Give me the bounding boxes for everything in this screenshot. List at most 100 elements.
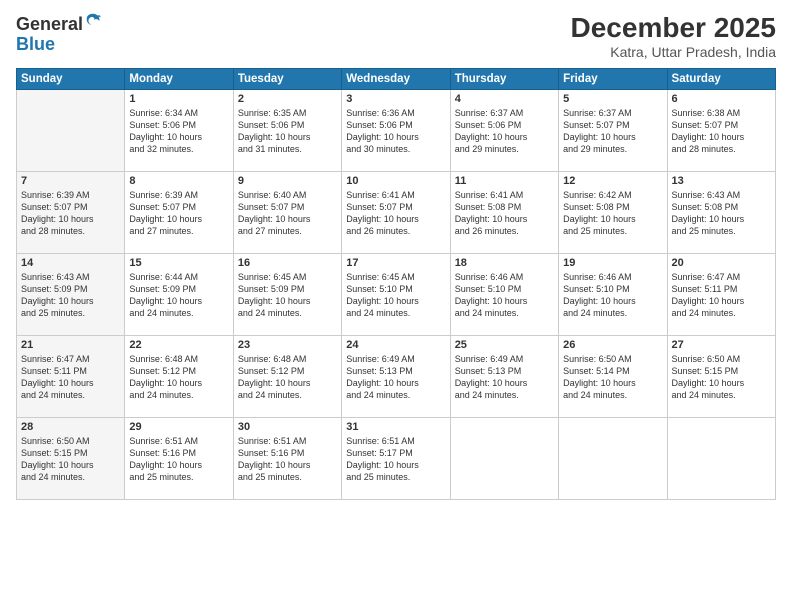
calendar-cell: 31 Sunrise: 6:51 AM Sunset: 5:17 PM Dayli…: [342, 418, 450, 500]
day-info: Sunrise: 6:43 AM Sunset: 5:09 PM Dayligh…: [21, 271, 120, 320]
calendar-cell: 8Sunrise: 6:39 AM Sunset: 5:07 PM Daylig…: [125, 172, 233, 254]
day-number: 20: [672, 257, 771, 269]
calendar-cell: 10 Sunrise: 6:41 AM Sunset: 5:07 PM Dayli…: [342, 172, 450, 254]
calendar-cell: 28 Sunrise: 6:50 AM Sunset: 5:15 PM Dayli…: [17, 418, 125, 500]
day-number: 25: [455, 339, 554, 351]
day-info: Sunrise: 6:41 AM Sunset: 5:07 PM Dayligh…: [346, 189, 445, 238]
calendar-cell: 7Sunrise: 6:39 AM Sunset: 5:07 PM Daylig…: [17, 172, 125, 254]
day-info: Sunrise: 6:40 AM Sunset: 5:07 PM Dayligh…: [238, 189, 337, 238]
week-row-0: 1 Sunrise: 6:34 AM Sunset: 5:06 PM Daylig…: [17, 90, 776, 172]
calendar-cell: 25 Sunrise: 6:49 AM Sunset: 5:13 PM Dayli…: [450, 336, 558, 418]
day-info: Sunrise: 6:46 AM Sunset: 5:10 PM Dayligh…: [455, 271, 554, 320]
day-number: 13: [672, 175, 771, 187]
calendar-cell: 6Sunrise: 6:38 AM Sunset: 5:07 PM Daylig…: [667, 90, 775, 172]
day-info: Sunrise: 6:39 AM Sunset: 5:07 PM Dayligh…: [129, 189, 228, 238]
day-info: Sunrise: 6:36 AM Sunset: 5:06 PM Dayligh…: [346, 107, 445, 156]
logo-bird-icon: [84, 12, 102, 30]
day-number: 1: [129, 93, 228, 105]
week-row-2: 14 Sunrise: 6:43 AM Sunset: 5:09 PM Dayli…: [17, 254, 776, 336]
calendar-cell: [450, 418, 558, 500]
calendar-cell: 1 Sunrise: 6:34 AM Sunset: 5:06 PM Daylig…: [125, 90, 233, 172]
day-info: Sunrise: 6:41 AM Sunset: 5:08 PM Dayligh…: [455, 189, 554, 238]
header-sunday: Sunday: [17, 69, 125, 90]
calendar-cell: 4 Sunrise: 6:37 AM Sunset: 5:06 PM Daylig…: [450, 90, 558, 172]
day-info: Sunrise: 6:49 AM Sunset: 5:13 PM Dayligh…: [455, 353, 554, 402]
day-info: Sunrise: 6:49 AM Sunset: 5:13 PM Dayligh…: [346, 353, 445, 402]
day-number: 7: [21, 175, 120, 187]
week-row-3: 21 Sunrise: 6:47 AM Sunset: 5:11 PM Dayli…: [17, 336, 776, 418]
day-info: Sunrise: 6:50 AM Sunset: 5:15 PM Dayligh…: [21, 435, 120, 484]
day-number: 30: [238, 421, 337, 433]
day-number: 26: [563, 339, 662, 351]
day-number: 19: [563, 257, 662, 269]
day-info: Sunrise: 6:47 AM Sunset: 5:11 PM Dayligh…: [672, 271, 771, 320]
day-info: Sunrise: 6:44 AM Sunset: 5:09 PM Dayligh…: [129, 271, 228, 320]
logo-blue-text: Blue: [16, 34, 55, 54]
calendar-cell: 13 Sunrise: 6:43 AM Sunset: 5:08 PM Dayli…: [667, 172, 775, 254]
day-info: Sunrise: 6:50 AM Sunset: 5:14 PM Dayligh…: [563, 353, 662, 402]
calendar-cell: 20 Sunrise: 6:47 AM Sunset: 5:11 PM Dayli…: [667, 254, 775, 336]
day-number: 2: [238, 93, 337, 105]
day-number: 5: [563, 93, 662, 105]
day-number: 28: [21, 421, 120, 433]
day-info: Sunrise: 6:46 AM Sunset: 5:10 PM Dayligh…: [563, 271, 662, 320]
week-row-1: 7 Sunrise: 6:39 AM Sunset: 5:07 PM Daylig…: [17, 172, 776, 254]
day-info: Sunrise: 6:50 AM Sunset: 5:15 PM Dayligh…: [672, 353, 771, 402]
calendar-cell: 5 Sunrise: 6:37 AM Sunset: 5:07 PM Daylig…: [559, 90, 667, 172]
day-number: 3: [346, 93, 445, 105]
header-monday: Monday: [125, 69, 233, 90]
header-wednesday: Wednesday: [342, 69, 450, 90]
day-number: 24: [346, 339, 445, 351]
calendar-cell: 27Sunrise: 6:50 AM Sunset: 5:15 PM Dayli…: [667, 336, 775, 418]
day-info: Sunrise: 6:38 AM Sunset: 5:07 PM Dayligh…: [672, 107, 771, 156]
header-thursday: Thursday: [450, 69, 558, 90]
calendar-cell: 12Sunrise: 6:42 AM Sunset: 5:08 PM Dayli…: [559, 172, 667, 254]
calendar-cell: 3 Sunrise: 6:36 AM Sunset: 5:06 PM Daylig…: [342, 90, 450, 172]
header-tuesday: Tuesday: [233, 69, 341, 90]
day-info: Sunrise: 6:35 AM Sunset: 5:06 PM Dayligh…: [238, 107, 337, 156]
week-row-4: 28 Sunrise: 6:50 AM Sunset: 5:15 PM Dayli…: [17, 418, 776, 500]
day-number: 16: [238, 257, 337, 269]
day-info: Sunrise: 6:37 AM Sunset: 5:07 PM Dayligh…: [563, 107, 662, 156]
calendar-table: Sunday Monday Tuesday Wednesday Thursday…: [16, 68, 776, 500]
day-info: Sunrise: 6:51 AM Sunset: 5:17 PM Dayligh…: [346, 435, 445, 484]
day-info: Sunrise: 6:48 AM Sunset: 5:12 PM Dayligh…: [238, 353, 337, 402]
day-info: Sunrise: 6:47 AM Sunset: 5:11 PM Dayligh…: [21, 353, 120, 402]
day-number: 4: [455, 93, 554, 105]
calendar-cell: 18 Sunrise: 6:46 AM Sunset: 5:10 PM Dayli…: [450, 254, 558, 336]
calendar-cell: 23Sunrise: 6:48 AM Sunset: 5:12 PM Dayli…: [233, 336, 341, 418]
day-info: Sunrise: 6:37 AM Sunset: 5:06 PM Dayligh…: [455, 107, 554, 156]
calendar-cell: 29Sunrise: 6:51 AM Sunset: 5:16 PM Dayli…: [125, 418, 233, 500]
day-number: 14: [21, 257, 120, 269]
day-info: Sunrise: 6:43 AM Sunset: 5:08 PM Dayligh…: [672, 189, 771, 238]
day-number: 10: [346, 175, 445, 187]
title-block: December 2025 Katra, Uttar Pradesh, Indi…: [571, 12, 776, 60]
header-friday: Friday: [559, 69, 667, 90]
page-container: General Blue December 2025 Katra, Uttar …: [0, 0, 792, 612]
day-number: 9: [238, 175, 337, 187]
calendar-cell: 22Sunrise: 6:48 AM Sunset: 5:12 PM Dayli…: [125, 336, 233, 418]
calendar-cell: 19 Sunrise: 6:46 AM Sunset: 5:10 PM Dayli…: [559, 254, 667, 336]
day-number: 12: [563, 175, 662, 187]
day-number: 31: [346, 421, 445, 433]
day-info: Sunrise: 6:51 AM Sunset: 5:16 PM Dayligh…: [129, 435, 228, 484]
logo-general-text: General: [16, 14, 83, 34]
calendar-header-row: Sunday Monday Tuesday Wednesday Thursday…: [17, 69, 776, 90]
day-number: 18: [455, 257, 554, 269]
logo: General Blue: [16, 12, 102, 55]
day-number: 22: [129, 339, 228, 351]
calendar-cell: 24 Sunrise: 6:49 AM Sunset: 5:13 PM Dayli…: [342, 336, 450, 418]
day-number: 17: [346, 257, 445, 269]
page-header: General Blue December 2025 Katra, Uttar …: [16, 12, 776, 60]
calendar-cell: [17, 90, 125, 172]
calendar-cell: 21 Sunrise: 6:47 AM Sunset: 5:11 PM Dayli…: [17, 336, 125, 418]
location-subtitle: Katra, Uttar Pradesh, India: [571, 44, 776, 60]
calendar-cell: [667, 418, 775, 500]
calendar-cell: 30Sunrise: 6:51 AM Sunset: 5:16 PM Dayli…: [233, 418, 341, 500]
calendar-cell: 15Sunrise: 6:44 AM Sunset: 5:09 PM Dayli…: [125, 254, 233, 336]
day-info: Sunrise: 6:34 AM Sunset: 5:06 PM Dayligh…: [129, 107, 228, 156]
calendar-cell: 9 Sunrise: 6:40 AM Sunset: 5:07 PM Daylig…: [233, 172, 341, 254]
calendar-cell: [559, 418, 667, 500]
day-number: 21: [21, 339, 120, 351]
header-saturday: Saturday: [667, 69, 775, 90]
